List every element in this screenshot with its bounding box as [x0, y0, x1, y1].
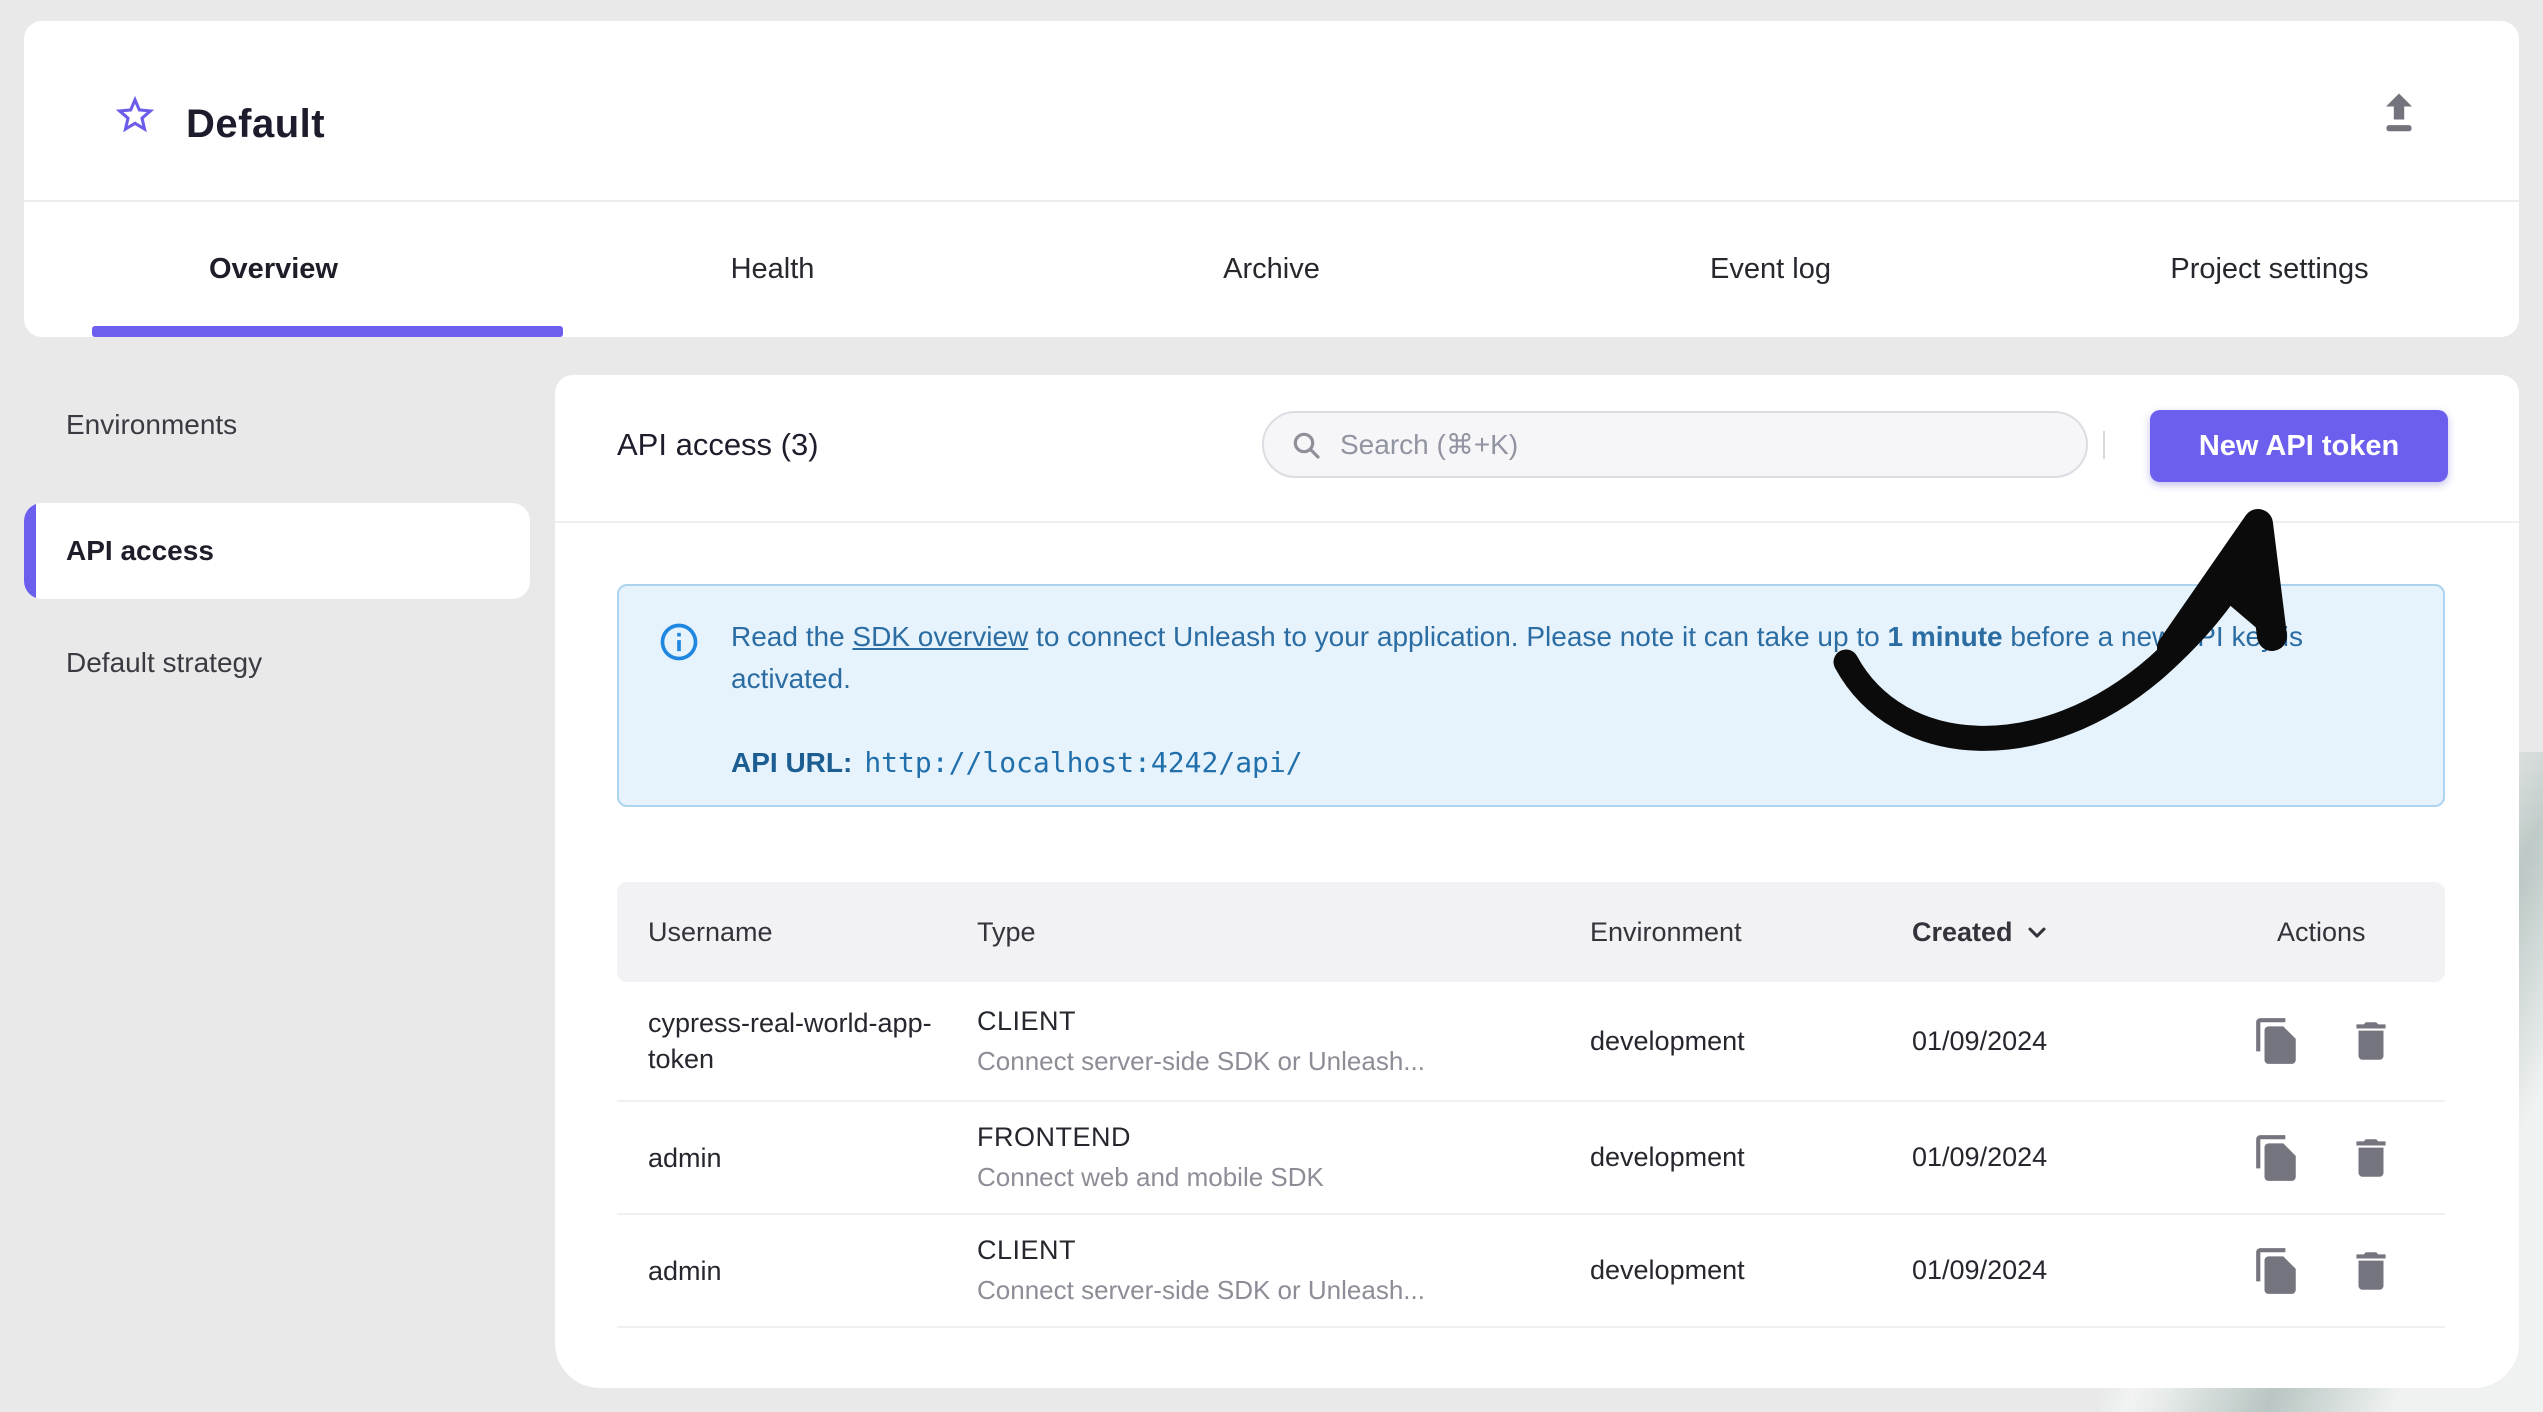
token-type-description: Connect server-side SDK or Unleash...	[977, 1045, 1425, 1076]
tab-health[interactable]: Health	[523, 202, 1022, 337]
cell-type: CLIENT Connect server-side SDK or Unleas…	[946, 1006, 1559, 1077]
cell-created: 01/09/2024	[1912, 1255, 2048, 1285]
api-tokens-table: Username Type Environment Created Action…	[617, 882, 2445, 1328]
cell-type: CLIENT Connect server-side SDK or Unleas…	[946, 1235, 1559, 1306]
table-row: admin CLIENT Connect server-side SDK or …	[617, 1215, 2445, 1328]
cell-actions	[2246, 1133, 2445, 1183]
sdk-info-alert: Read the SDK overview to connect Unleash…	[617, 584, 2445, 807]
copy-token-icon[interactable]	[2252, 1133, 2302, 1183]
cell-created: 01/09/2024	[1912, 1142, 2048, 1172]
col-header-type: Type	[977, 916, 1036, 947]
cell-environment: development	[1590, 1142, 1745, 1172]
info-icon	[657, 620, 701, 664]
delete-token-icon[interactable]	[2346, 1246, 2396, 1296]
api-url-row: API URL: http://localhost:4242/api/	[731, 746, 1303, 779]
export-icon[interactable]	[2373, 87, 2425, 139]
project-header-card: Default Overview Health Archive Event lo…	[24, 21, 2519, 337]
header-divider	[2103, 431, 2105, 459]
token-type-description: Connect server-side SDK or Unleash...	[977, 1275, 1425, 1305]
search-icon	[1290, 429, 1322, 461]
token-type: FRONTEND	[977, 1122, 1131, 1152]
cell-type: FRONTEND Connect web and mobile SDK	[946, 1122, 1559, 1193]
table-row: admin FRONTEND Connect web and mobile SD…	[617, 1102, 2445, 1215]
col-header-actions: Actions	[2277, 916, 2366, 947]
sidebar-item-default-strategy[interactable]: Default strategy	[24, 617, 530, 709]
panel-header-divider	[555, 521, 2519, 523]
alert-text-start: Read the	[731, 621, 853, 652]
col-header-created[interactable]: Created	[1881, 917, 2246, 948]
favorite-star-icon[interactable]	[112, 92, 158, 138]
cell-username: cypress-real-world-app-token	[648, 1008, 932, 1074]
table-row: cypress-real-world-app-token CLIENT Conn…	[617, 982, 2445, 1102]
new-api-token-button[interactable]: New API token	[2150, 410, 2448, 482]
token-type-description: Connect web and mobile SDK	[977, 1162, 1324, 1192]
tab-event-log[interactable]: Event log	[1521, 202, 2020, 337]
cell-environment: development	[1590, 1255, 1745, 1285]
panel-title: API access (3)	[617, 427, 819, 462]
delete-token-icon[interactable]	[2346, 1016, 2396, 1066]
cell-username: admin	[648, 1255, 722, 1286]
project-tabs: Overview Health Archive Event log Projec…	[24, 200, 2519, 337]
token-type: CLIENT	[977, 1005, 1077, 1036]
search-input[interactable]	[1340, 428, 2060, 461]
sidebar-item-api-access[interactable]: API access	[24, 503, 530, 599]
delete-token-icon[interactable]	[2346, 1133, 2396, 1183]
alert-message: Read the SDK overview to connect Unleash…	[731, 616, 2391, 700]
tab-archive[interactable]: Archive	[1022, 202, 1521, 337]
api-url-value: http://localhost:4242/api/	[864, 746, 1303, 779]
cell-environment: development	[1590, 1025, 1745, 1056]
search-box[interactable]	[1262, 411, 2088, 478]
alert-text-bold: 1 minute	[1887, 621, 2003, 652]
table-header-row: Username Type Environment Created Action…	[617, 882, 2445, 982]
page-title: Default	[186, 102, 326, 146]
alert-text-middle: to connect Unleash to your application. …	[1028, 621, 1888, 652]
active-tab-indicator	[92, 326, 563, 337]
project-title-row: Default	[24, 21, 2519, 200]
cell-created: 01/09/2024	[1912, 1025, 2048, 1056]
tab-project-settings[interactable]: Project settings	[2020, 202, 2519, 337]
token-type: CLIENT	[977, 1235, 1077, 1265]
copy-token-icon[interactable]	[2252, 1016, 2302, 1066]
col-header-environment: Environment	[1590, 916, 1742, 947]
api-access-panel: API access (3) New API token Read the SD…	[555, 375, 2519, 1388]
copy-token-icon[interactable]	[2252, 1246, 2302, 1296]
col-header-username: Username	[648, 916, 773, 947]
cell-actions	[2246, 1246, 2445, 1296]
cell-actions	[2246, 1016, 2445, 1066]
cell-username: admin	[648, 1142, 722, 1173]
sidebar-item-environments[interactable]: Environments	[24, 379, 530, 471]
api-url-label: API URL:	[731, 747, 853, 778]
tab-overview[interactable]: Overview	[24, 202, 523, 337]
sdk-overview-link[interactable]: SDK overview	[852, 621, 1028, 652]
sort-desc-chevron-icon	[2023, 918, 2051, 946]
